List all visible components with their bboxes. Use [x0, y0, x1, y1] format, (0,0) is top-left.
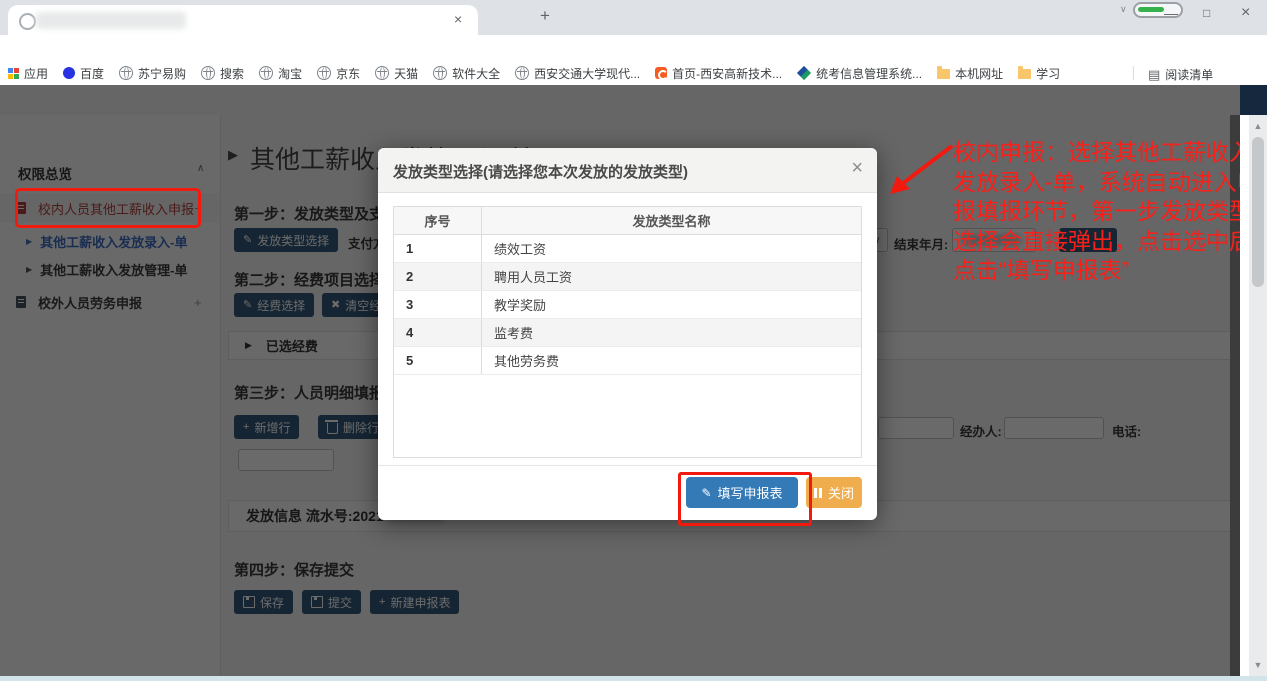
- bookmark-item[interactable]: 淘宝: [259, 65, 302, 82]
- scroll-up-icon[interactable]: ▲: [1249, 121, 1267, 131]
- recording-progress: [1138, 7, 1164, 12]
- new-tab-button[interactable]: +: [540, 6, 550, 26]
- globe-icon: [201, 66, 215, 80]
- globe-icon: [375, 66, 389, 80]
- window-close-button[interactable]: ×: [1241, 4, 1250, 22]
- bookmark-item[interactable]: 天猫: [375, 65, 418, 82]
- table-row[interactable]: 1绩效工资: [394, 235, 861, 263]
- scrollbar-thumb[interactable]: [1252, 137, 1264, 287]
- annotation-text: 校内申报：选择其他工薪收入 发放录入-单，系统自动进入申 报填报环节，第一步发放…: [953, 138, 1260, 286]
- globe-icon: [515, 66, 529, 80]
- tab-title-redacted: [36, 12, 186, 29]
- bookmark-item[interactable]: 本机网址: [937, 65, 1003, 82]
- table-row[interactable]: 5其他劳务费: [394, 347, 861, 375]
- folder-icon: [1018, 69, 1031, 79]
- table-row[interactable]: 4监考费: [394, 319, 861, 347]
- window-minimize-button[interactable]: —: [1164, 5, 1178, 21]
- scroll-down-icon[interactable]: ▼: [1249, 660, 1267, 670]
- modal-close-icon[interactable]: ×: [851, 157, 863, 180]
- globe-icon: [119, 66, 133, 80]
- table-header-row: 序号 发放类型名称: [394, 207, 861, 235]
- annotation-rect-fill-button: [678, 472, 812, 526]
- col-header-name: 发放类型名称: [482, 207, 861, 234]
- bookmark-item[interactable]: 首页-西安高新技术...: [655, 65, 782, 82]
- annotation-rect-sidebar: [15, 188, 201, 228]
- window-restore-button[interactable]: □: [1203, 6, 1210, 20]
- bookmark-item[interactable]: 软件大全: [433, 65, 500, 82]
- divider: [1133, 66, 1134, 80]
- bookmarks-bar: 应用 百度 苏宁易购 搜索 淘宝 京东 天猫 软件大全 西安交通大学现代... …: [0, 61, 1267, 86]
- modal-header: 发放类型选择(请选择您本次发放的发放类型) ×: [378, 148, 877, 193]
- diamond-icon: [797, 66, 811, 80]
- baidu-icon: [63, 67, 75, 79]
- bookmark-item[interactable]: 西安交通大学现代...: [515, 65, 640, 82]
- table-row[interactable]: 3教学奖励: [394, 291, 861, 319]
- tab-favicon-icon: [19, 13, 36, 30]
- browser-scrollbar[interactable]: ▲ ▼: [1249, 115, 1267, 676]
- site-icon: [655, 67, 667, 79]
- col-header-no: 序号: [394, 207, 482, 234]
- globe-icon: [433, 66, 447, 80]
- payout-type-table: 序号 发放类型名称 1绩效工资 2聘用人员工资 3教学奖励 4监考费 5其他劳务…: [393, 206, 862, 458]
- modal-title: 发放类型选择(请选择您本次发放的发放类型): [393, 161, 688, 182]
- bookmark-item[interactable]: 苏宁易购: [119, 65, 186, 82]
- table-row[interactable]: 2聘用人员工资: [394, 263, 861, 291]
- annotation-arrow: [880, 138, 960, 200]
- widget-chevron-icon[interactable]: ∨: [1120, 4, 1127, 15]
- browser-tab[interactable]: ×: [8, 5, 478, 35]
- folder-icon: [937, 69, 950, 79]
- bookmark-item[interactable]: 学习: [1018, 65, 1060, 82]
- scrollbar-gutter: [1240, 115, 1249, 676]
- bookmark-item[interactable]: 京东: [317, 65, 360, 82]
- modal-close-button[interactable]: 关闭: [806, 477, 862, 508]
- bottom-edge-strip: [0, 676, 1267, 681]
- bookmark-apps[interactable]: 应用: [8, 65, 48, 82]
- browser-tab-bar: × + ∨ — □ ×: [0, 0, 1267, 35]
- globe-icon: [259, 66, 273, 80]
- pause-icon: [814, 488, 822, 498]
- bookmark-item[interactable]: 搜索: [201, 65, 244, 82]
- reading-list-button[interactable]: ▤ 阅读清单: [1148, 66, 1213, 83]
- reading-list-icon: ▤: [1148, 67, 1160, 83]
- bookmark-item[interactable]: 统考信息管理系统...: [797, 65, 922, 82]
- apps-grid-icon: [8, 68, 19, 79]
- globe-icon: [317, 66, 331, 80]
- payout-type-modal: 发放类型选择(请选择您本次发放的发放类型) × 序号 发放类型名称 1绩效工资 …: [378, 148, 877, 520]
- bookmark-item[interactable]: 百度: [63, 65, 104, 82]
- tab-close-icon[interactable]: ×: [454, 11, 462, 27]
- browser-toolbar: ← → ↻ ▲ 不安全 ☆ ⋮: [0, 35, 1267, 61]
